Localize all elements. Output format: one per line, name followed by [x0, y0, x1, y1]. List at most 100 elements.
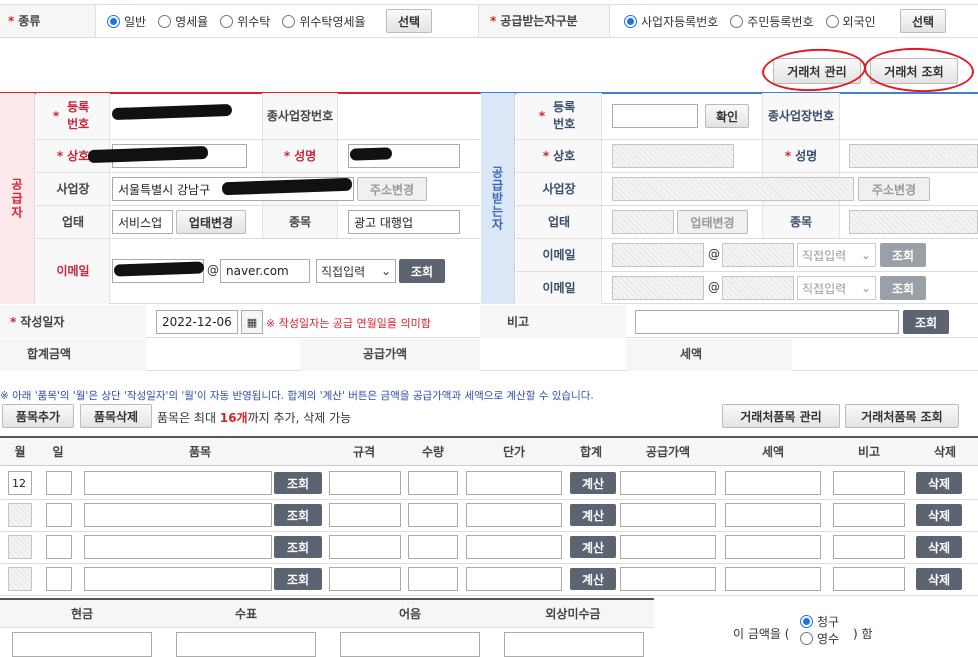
supplier-item-input[interactable]: 광고 대행업: [348, 210, 460, 234]
radio-icon[interactable]: [800, 632, 813, 645]
supplier-email-domain-select[interactable]: 직접입력 ⌄: [316, 259, 396, 283]
item-name-input[interactable]: [84, 567, 272, 591]
item-name-input[interactable]: [84, 471, 272, 495]
recv-select-button[interactable]: 선택: [900, 9, 946, 33]
date-input[interactable]: 2022-12-06: [156, 310, 238, 334]
remark-input[interactable]: [635, 310, 899, 334]
month-cell[interactable]: [8, 535, 32, 559]
radio-icon[interactable]: [282, 15, 296, 28]
partner-item-lookup-button[interactable]: 거래처품목 조회: [845, 404, 959, 428]
tax-amount-input[interactable]: [725, 535, 821, 559]
qty-input[interactable]: [408, 503, 458, 527]
month-cell[interactable]: 12: [8, 471, 32, 495]
receiver-biztype-input[interactable]: [612, 210, 674, 234]
payment-credit-input[interactable]: [504, 632, 644, 657]
item-name-input[interactable]: [84, 535, 272, 559]
row-delete-button[interactable]: 삭제: [916, 504, 962, 526]
supplier-biztype-input[interactable]: 서비스업: [112, 210, 173, 234]
supplier-biztype-change-button[interactable]: 업태변경: [176, 210, 246, 234]
supply-amount-input[interactable]: [620, 535, 716, 559]
month-cell[interactable]: [8, 567, 32, 591]
receiver-email2-domain-input[interactable]: [722, 276, 794, 300]
receiver-biztype-change-button[interactable]: 업태변경: [677, 210, 748, 234]
add-item-button[interactable]: 품목추가: [2, 404, 74, 428]
item-lookup-button[interactable]: 조회: [274, 536, 322, 558]
kind-select-button[interactable]: 선택: [386, 9, 432, 33]
radio-icon[interactable]: [158, 15, 172, 28]
radio-icon[interactable]: [800, 615, 813, 628]
remark-lookup-button[interactable]: 조회: [903, 310, 949, 334]
receiver-ceo-input[interactable]: [849, 144, 978, 168]
receiver-item-input[interactable]: [849, 210, 978, 234]
day-input[interactable]: [46, 535, 72, 559]
month-cell[interactable]: [8, 503, 32, 527]
kind-option-consign[interactable]: 위수탁: [220, 13, 270, 30]
supply-amount-input[interactable]: [620, 567, 716, 591]
spec-input[interactable]: [329, 535, 401, 559]
qty-input[interactable]: [408, 535, 458, 559]
partner-item-manage-button[interactable]: 거래처품목 관리: [722, 404, 840, 428]
row-delete-button[interactable]: 삭제: [916, 472, 962, 494]
radio-icon[interactable]: [107, 15, 120, 28]
spec-input[interactable]: [329, 503, 401, 527]
payment-check-input[interactable]: [176, 632, 316, 657]
unit-price-input[interactable]: [466, 567, 562, 591]
unit-price-input[interactable]: [466, 471, 562, 495]
payment-note-input[interactable]: [340, 632, 480, 657]
recv-option-foreigner[interactable]: 외국인: [825, 13, 876, 30]
day-input[interactable]: [46, 503, 72, 527]
supplier-email-lookup-button[interactable]: 조회: [399, 259, 445, 283]
supply-amount-input[interactable]: [620, 503, 716, 527]
remark-cell-input[interactable]: [833, 503, 905, 527]
item-name-input[interactable]: [84, 503, 272, 527]
receiver-email1-select[interactable]: 직접입력 ⌄: [797, 243, 876, 267]
supplier-email-domain-input[interactable]: naver.com: [220, 259, 310, 283]
delete-item-button[interactable]: 품목삭제: [80, 404, 152, 428]
calc-button[interactable]: 계산: [570, 536, 616, 558]
receiver-reg-confirm-button[interactable]: 확인: [705, 104, 749, 128]
spec-input[interactable]: [329, 471, 401, 495]
kind-option-zero-rate[interactable]: 영세율: [158, 13, 208, 30]
supply-amount-input[interactable]: [620, 471, 716, 495]
calc-button[interactable]: 계산: [570, 568, 616, 590]
receiver-email1-domain-input[interactable]: [722, 243, 794, 267]
amount-option-claim[interactable]: 청구: [800, 614, 839, 631]
supplier-addr-change-button[interactable]: 주소변경: [357, 177, 427, 201]
unit-price-input[interactable]: [466, 535, 562, 559]
item-lookup-button[interactable]: 조회: [274, 472, 322, 494]
spec-input[interactable]: [329, 567, 401, 591]
tax-amount-input[interactable]: [725, 471, 821, 495]
amount-option-receipt[interactable]: 영수: [800, 631, 839, 648]
receiver-email2-id-input[interactable]: [612, 276, 704, 300]
item-lookup-button[interactable]: 조회: [274, 504, 322, 526]
receiver-email1-lookup-button[interactable]: 조회: [880, 243, 926, 267]
remark-cell-input[interactable]: [833, 567, 905, 591]
receiver-email1-id-input[interactable]: [612, 243, 704, 267]
radio-icon[interactable]: [825, 15, 839, 28]
receiver-email2-lookup-button[interactable]: 조회: [880, 276, 926, 300]
radio-icon[interactable]: [220, 15, 234, 28]
tax-amount-input[interactable]: [725, 567, 821, 591]
receiver-addr-change-button[interactable]: 주소변경: [858, 177, 930, 201]
row-delete-button[interactable]: 삭제: [916, 568, 962, 590]
receiver-addr-input[interactable]: [612, 177, 854, 201]
radio-icon[interactable]: [624, 15, 637, 28]
remark-cell-input[interactable]: [833, 471, 905, 495]
unit-price-input[interactable]: [466, 503, 562, 527]
calendar-icon[interactable]: ▦: [241, 310, 263, 334]
day-input[interactable]: [46, 471, 72, 495]
item-lookup-button[interactable]: 조회: [274, 568, 322, 590]
kind-option-general[interactable]: 일반: [107, 13, 146, 30]
remark-cell-input[interactable]: [833, 535, 905, 559]
row-delete-button[interactable]: 삭제: [916, 536, 962, 558]
receiver-email2-select[interactable]: 직접입력 ⌄: [797, 276, 876, 300]
radio-icon[interactable]: [730, 15, 744, 28]
receiver-reg-input[interactable]: [612, 104, 698, 128]
payment-cash-input[interactable]: [12, 632, 152, 657]
calc-button[interactable]: 계산: [570, 504, 616, 526]
day-input[interactable]: [46, 567, 72, 591]
qty-input[interactable]: [408, 471, 458, 495]
receiver-name-input[interactable]: [612, 144, 734, 168]
tax-amount-input[interactable]: [725, 503, 821, 527]
qty-input[interactable]: [408, 567, 458, 591]
